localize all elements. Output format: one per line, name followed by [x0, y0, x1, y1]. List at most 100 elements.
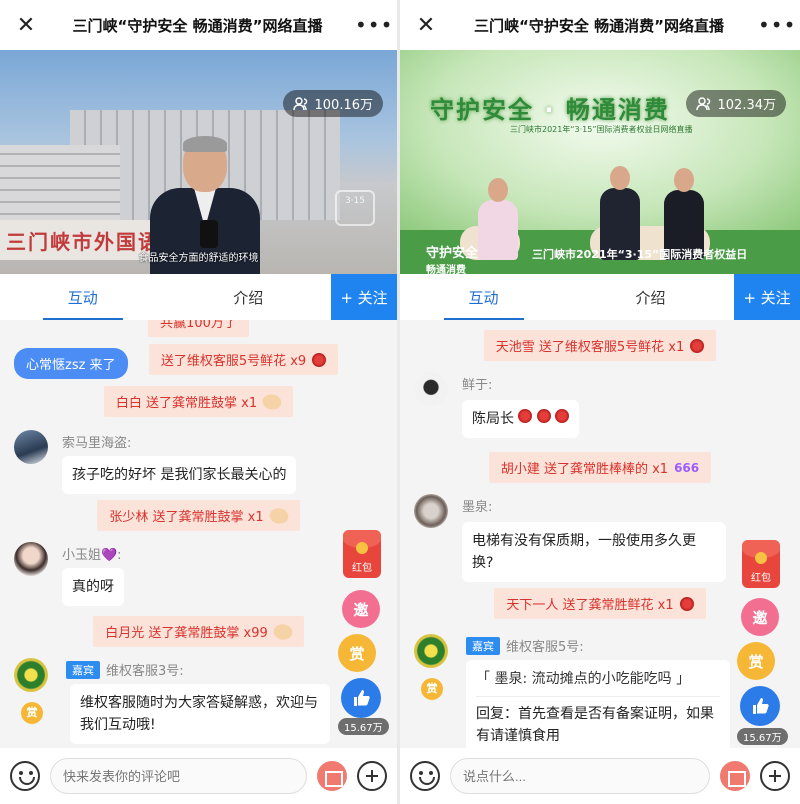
- tab-intro[interactable]: 介绍: [567, 274, 734, 320]
- like-button[interactable]: [740, 686, 780, 726]
- clap-icon: [260, 390, 284, 413]
- flower-icon: [679, 596, 694, 611]
- coin-icon: [356, 542, 368, 554]
- red-packet-button[interactable]: 红包: [343, 530, 381, 578]
- reply-text: 回复：首先查看是否有备案证明，如果有请谨慎食用: [476, 706, 714, 744]
- comment-input[interactable]: [50, 758, 307, 794]
- chat-bubble: 孩子吃的好坏 是我们家长最关心的: [62, 456, 297, 494]
- gift-notice: 白月光 送了龚常胜鼓掌 x99: [0, 616, 397, 647]
- tip-button[interactable]: 赏: [737, 642, 775, 680]
- stage-subtitle: 三门峡市2021年“3·15”国际消费者权益日网络直播: [510, 125, 693, 134]
- gift-notice-text: 胡小建 送了龚常胜棒棒的 x1: [500, 462, 669, 477]
- more-icon[interactable]: •••: [758, 13, 795, 37]
- flower-icon: [690, 338, 705, 353]
- thumbs-up-icon: [354, 690, 370, 706]
- avatar[interactable]: [414, 494, 448, 528]
- guest-badge: 嘉宾: [466, 637, 500, 655]
- live-video[interactable]: 守护安全 · 畅通消费 三门峡市2021年“3·15”国际消费者权益日网络直播 …: [400, 50, 800, 274]
- join-notice: 心常惬zsz 来了: [14, 348, 128, 379]
- chat-nickname: 嘉宾 维权客服5号:: [466, 636, 584, 655]
- chat-bubble: 维权客服随时为大家答疑解惑，欢迎与我们互动哦!: [70, 684, 330, 744]
- tab-interact[interactable]: 互动: [400, 274, 567, 320]
- comment-input[interactable]: [450, 758, 710, 794]
- gift-notice: 胡小建 送了龚常胜棒棒的 x1 666: [400, 452, 800, 483]
- gift-notice: 共赢100万了: [0, 320, 397, 337]
- people-icon: [695, 96, 710, 110]
- red-packet-label: 红包: [751, 573, 771, 584]
- close-icon[interactable]: ✕: [12, 13, 40, 38]
- like-button[interactable]: [341, 678, 381, 718]
- gift-notice: 张少林 送了龚常胜鼓掌 x1: [0, 500, 397, 531]
- avatar[interactable]: [14, 658, 48, 692]
- invite-button[interactable]: 邀: [342, 590, 380, 628]
- chat-message: 墨泉: 电梯有没有保质期，一般使用多久更换?: [414, 494, 790, 584]
- top-bar: ✕ 三门峡“守护安全 畅通消费”网络直播 •••: [0, 0, 397, 50]
- chat-message: 小玉姐💜: 真的呀: [14, 542, 387, 612]
- chat-nickname: 鲜于:: [462, 378, 493, 393]
- clap-icon: [271, 620, 294, 643]
- emoji-icon[interactable]: [410, 761, 440, 791]
- gift-notice-text: 共赢100万了: [148, 320, 249, 337]
- follow-button[interactable]: + 关注: [331, 274, 397, 320]
- chat-message: 赏 嘉宾 维权客服5号: 「 墨泉: 流动摊点的小吃能吃吗 」 回复：首先查看是否…: [414, 634, 790, 748]
- flower-icon: [518, 409, 533, 423]
- chat-bubble: 「 墨泉: 流动摊点的小吃能吃吗 」 回复：首先查看是否有备案证明，如果有请谨慎…: [466, 660, 730, 748]
- page-title: 三门峡“守护安全 畅通消费”网络直播: [72, 16, 323, 35]
- flower-icon: [555, 409, 570, 423]
- gift-notice: 天下一人 送了龚常胜鲜花 x1: [400, 588, 800, 619]
- plus-icon[interactable]: [357, 761, 387, 791]
- tip-button[interactable]: 赏: [338, 634, 376, 672]
- host-figure: [478, 200, 518, 260]
- like-count: 15.67万: [338, 718, 389, 735]
- gift-notice-text: 白月光 送了龚常胜鼓掌 x99: [105, 626, 268, 641]
- tab-intro[interactable]: 介绍: [166, 274, 332, 320]
- close-icon[interactable]: ✕: [412, 13, 440, 38]
- viewer-count: 102.34万: [685, 90, 786, 117]
- comment-bar: [0, 748, 397, 804]
- chat-feed[interactable]: 共赢100万了 送了维权客服5号鲜花 x9 白白 送了龚常胜鼓掌 x1 索马里海…: [0, 320, 397, 748]
- more-icon[interactable]: •••: [355, 13, 392, 37]
- chat-bubble: 电梯有没有保质期，一般使用多久更换?: [462, 522, 726, 582]
- tab-bar: 互动 介绍 + 关注: [0, 274, 397, 320]
- gift-notice-text: 天池雪 送了维权客服5号鲜花 x1: [495, 340, 685, 355]
- guest-badge: 嘉宾: [66, 661, 100, 679]
- flower-icon: [536, 409, 551, 423]
- viewer-count-value: 100.16万: [314, 98, 374, 113]
- chat-nickname: 小玉姐💜:: [62, 548, 122, 563]
- emoji-icon[interactable]: [10, 761, 40, 791]
- building-image: [0, 145, 120, 225]
- red-packet-button[interactable]: 红包: [742, 540, 780, 588]
- tab-interact[interactable]: 互动: [0, 274, 166, 320]
- chat-nickname: 索马里海盗:: [62, 436, 132, 451]
- comment-bar: [400, 748, 800, 804]
- live-video[interactable]: 三门峡市外国语 3·15 100.16万 食品安全方面的舒适的环境: [0, 50, 397, 274]
- chat-nickname: 墨泉:: [462, 500, 493, 515]
- left-panel: ✕ 三门峡“守护安全 畅通消费”网络直播 ••• 三门峡市外国语 3·15 10…: [0, 0, 397, 804]
- viewer-count: 100.16万: [282, 90, 383, 117]
- gift-icon[interactable]: [720, 761, 750, 791]
- reward-icon[interactable]: 赏: [21, 702, 43, 724]
- gift-notice: 天池雪 送了维权客服5号鲜花 x1: [400, 330, 800, 361]
- gift-notice-text: 天下一人 送了龚常胜鲜花 x1: [506, 598, 674, 613]
- avatar[interactable]: [414, 372, 448, 406]
- reward-icon[interactable]: 赏: [421, 678, 443, 700]
- people-icon: [292, 96, 307, 110]
- avatar[interactable]: [414, 634, 448, 668]
- clap-icon: [267, 504, 290, 527]
- plus-icon[interactable]: [760, 761, 790, 791]
- invite-button[interactable]: 邀: [741, 598, 779, 636]
- viewer-count-value: 102.34万: [717, 98, 777, 113]
- gift-notice-text: 白白 送了龚常胜鼓掌 x1: [115, 396, 258, 411]
- chat-bubble: 陈局长: [462, 400, 580, 438]
- chat-feed[interactable]: 天池雪 送了维权客服5号鲜花 x1 鲜于: 陈局长 胡小建 送了龚常胜棒棒的 x…: [400, 324, 800, 748]
- red-packet-label: 红包: [352, 563, 372, 574]
- flower-icon: [312, 352, 327, 367]
- gift-icon[interactable]: [317, 761, 347, 791]
- video-subtitle: 食品安全方面的舒适的环境: [138, 253, 259, 264]
- chat-nickname: 嘉宾 维权客服3号:: [66, 660, 184, 679]
- avatar[interactable]: [14, 430, 48, 464]
- avatar[interactable]: [14, 542, 48, 576]
- event-logo-icon: 3·15: [335, 190, 375, 226]
- follow-button[interactable]: + 关注: [734, 274, 800, 320]
- quoted-message: 「 墨泉: 流动摊点的小吃能吃吗 」: [476, 668, 720, 697]
